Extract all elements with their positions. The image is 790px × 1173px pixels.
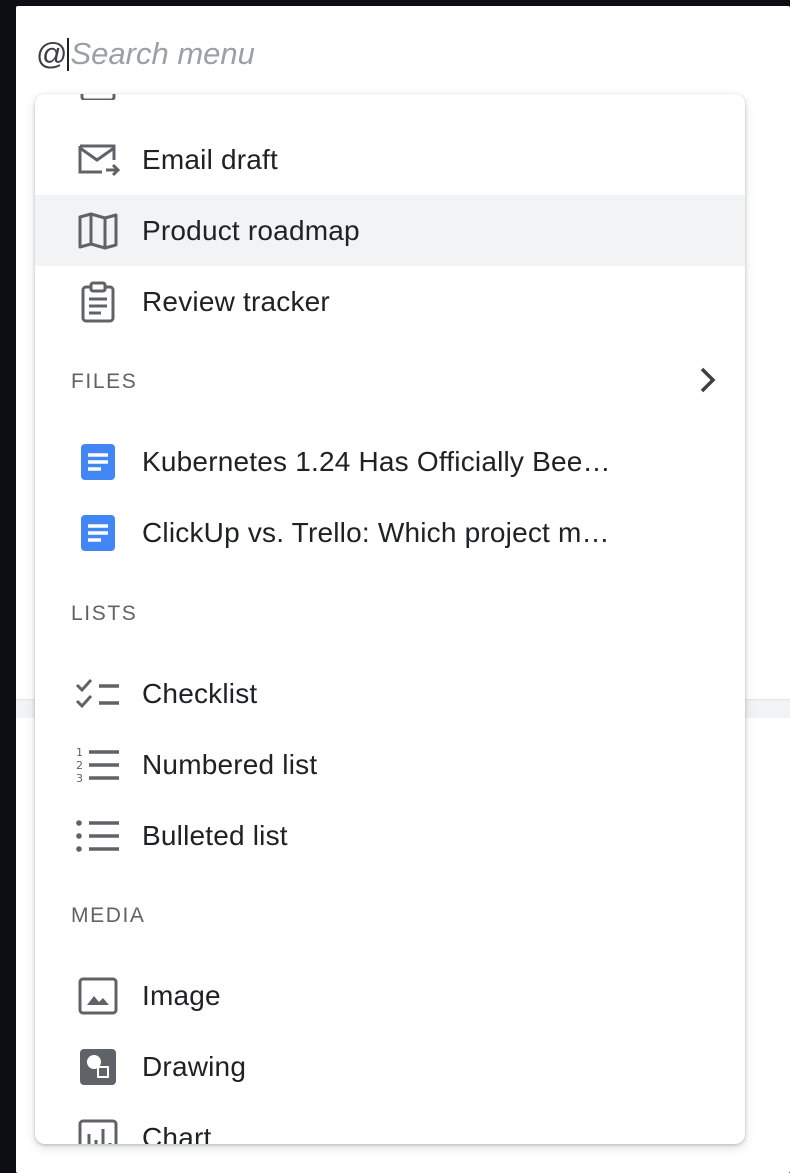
section-header-files: FILES <box>71 370 138 393</box>
checklist-label: Checklist <box>142 677 258 709</box>
clipboard-icon <box>75 279 121 325</box>
template-icon <box>75 94 121 103</box>
svg-text:3: 3 <box>76 772 83 785</box>
menu-item-image[interactable]: Image <box>35 960 745 1031</box>
menu-item-email-draft[interactable]: Email draft <box>35 124 745 195</box>
at-prefix: @ <box>36 36 68 71</box>
map-icon <box>75 208 121 254</box>
search-input-placeholder[interactable]: Search menu <box>70 36 254 72</box>
checklist-icon <box>75 671 121 717</box>
menu-item-hidden[interactable] <box>35 94 745 115</box>
chevron-right-icon[interactable] <box>687 360 727 400</box>
google-doc-icon <box>75 439 121 485</box>
menu-item-checklist[interactable]: Checklist <box>35 658 745 729</box>
google-doc-icon <box>75 510 121 556</box>
bulleted-list-icon <box>75 813 121 859</box>
chart-icon <box>75 1115 121 1144</box>
menu-item-file-kubernetes[interactable]: Kubernetes 1.24 Has Officially Bee… <box>35 426 745 497</box>
menu-item-product-roadmap[interactable]: Product roadmap <box>35 195 745 266</box>
search-bar[interactable]: @ Search menu <box>36 34 255 74</box>
svg-text:1: 1 <box>76 746 83 759</box>
menu-item-bulleted-list[interactable]: Bulleted list <box>35 800 745 871</box>
menu-item-review-tracker[interactable]: Review tracker <box>35 266 745 337</box>
text-cursor <box>67 37 70 71</box>
document-page: @ Search menu Email draft Product roadma… <box>16 6 790 1173</box>
insert-menu: Email draft Product roadmap Review track… <box>35 94 745 1144</box>
section-header-lists: LISTS <box>71 602 138 625</box>
menu-item-file-clickup[interactable]: ClickUp vs. Trello: Which project m… <box>35 497 745 568</box>
image-icon <box>75 973 121 1019</box>
menu-item-chart[interactable]: Chart <box>35 1102 745 1144</box>
product-roadmap-label: Product roadmap <box>142 214 360 246</box>
menu-item-numbered-list[interactable]: 1 2 3 Numbered list <box>35 729 745 800</box>
email-draft-icon <box>75 137 121 183</box>
svg-text:2: 2 <box>76 759 83 772</box>
drawing-icon <box>75 1044 121 1090</box>
chart-label: Chart <box>142 1121 212 1145</box>
numbered-list-label: Numbered list <box>142 748 318 780</box>
drawing-label: Drawing <box>142 1050 247 1082</box>
image-label: Image <box>142 979 221 1011</box>
file-clickup-label: ClickUp vs. Trello: Which project m… <box>142 516 610 548</box>
numbered-list-icon: 1 2 3 <box>75 742 121 788</box>
menu-item-drawing[interactable]: Drawing <box>35 1031 745 1102</box>
bulleted-list-label: Bulleted list <box>142 819 288 851</box>
file-kubernetes-label: Kubernetes 1.24 Has Officially Bee… <box>142 445 611 477</box>
review-tracker-label: Review tracker <box>142 285 330 317</box>
email-draft-label: Email draft <box>142 143 279 175</box>
section-header-media: MEDIA <box>71 904 146 927</box>
